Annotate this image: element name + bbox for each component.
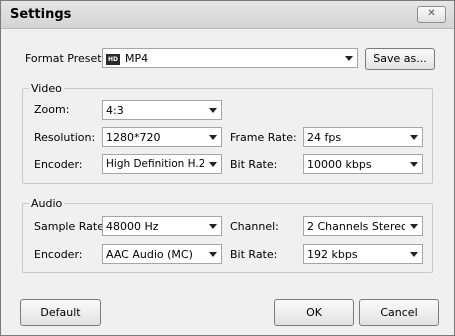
- chevron-down-icon[interactable]: [405, 245, 422, 263]
- video-encoder-select[interactable]: High Definition H.264: [102, 154, 222, 174]
- zoom-label: Zoom:: [34, 103, 70, 116]
- resolution-value: 1280*720: [106, 131, 161, 144]
- video-bit-rate-select[interactable]: 10000 kbps: [303, 154, 423, 174]
- cancel-button[interactable]: Cancel: [359, 299, 439, 326]
- format-preset-select[interactable]: HD MP4: [102, 48, 358, 68]
- hd-icon: HD: [106, 53, 120, 65]
- frame-rate-label: Frame Rate:: [230, 131, 297, 144]
- sample-rate-select[interactable]: 48000 Hz: [102, 216, 222, 236]
- zoom-select[interactable]: 4:3: [102, 100, 222, 120]
- frame-rate-value: 24 fps: [307, 131, 342, 144]
- sample-rate-label: Sample Rate:: [34, 220, 108, 233]
- chevron-down-icon[interactable]: [204, 128, 221, 146]
- settings-dialog: Settings ✕ Format Preset: HD MP4 Save as.…: [0, 0, 455, 336]
- default-button[interactable]: Default: [20, 299, 101, 326]
- title-bar: Settings ✕: [1, 1, 454, 29]
- zoom-value: 4:3: [106, 104, 124, 117]
- chevron-down-icon[interactable]: [204, 101, 221, 119]
- save-as-button[interactable]: Save as...: [365, 48, 435, 70]
- chevron-down-icon[interactable]: [405, 155, 422, 173]
- chevron-down-icon[interactable]: [204, 155, 221, 173]
- chevron-down-icon[interactable]: [405, 217, 422, 235]
- format-preset-label: Format Preset:: [25, 52, 106, 65]
- chevron-down-icon[interactable]: [340, 49, 357, 67]
- frame-rate-select[interactable]: 24 fps: [303, 127, 423, 147]
- audio-encoder-label: Encoder:: [34, 248, 83, 261]
- channel-select[interactable]: 2 Channels Stereo: [303, 216, 423, 236]
- close-icon[interactable]: ✕: [417, 6, 446, 23]
- channel-value: 2 Channels Stereo: [307, 220, 408, 233]
- channel-label: Channel:: [230, 220, 279, 233]
- audio-group-title: Audio: [29, 197, 65, 210]
- format-preset-value-wrap: HD MP4: [106, 52, 148, 65]
- audio-bit-rate-value: 192 kbps: [307, 248, 358, 261]
- video-group-title: Video: [29, 82, 64, 95]
- format-preset-value: MP4: [125, 52, 149, 65]
- sample-rate-value: 48000 Hz: [106, 220, 159, 233]
- audio-bit-rate-label: Bit Rate:: [230, 248, 278, 261]
- chevron-down-icon[interactable]: [405, 128, 422, 146]
- video-bit-rate-value: 10000 kbps: [307, 158, 372, 171]
- audio-bit-rate-select[interactable]: 192 kbps: [303, 244, 423, 264]
- resolution-label: Resolution:: [34, 131, 96, 144]
- chevron-down-icon[interactable]: [204, 217, 221, 235]
- video-bit-rate-label: Bit Rate:: [230, 158, 278, 171]
- ok-button[interactable]: OK: [274, 299, 354, 326]
- window-title: Settings: [10, 7, 72, 22]
- audio-encoder-value: AAC Audio (MC): [106, 248, 193, 261]
- chevron-down-icon[interactable]: [204, 245, 221, 263]
- video-encoder-label: Encoder:: [34, 158, 83, 171]
- audio-encoder-select[interactable]: AAC Audio (MC): [102, 244, 222, 264]
- resolution-select[interactable]: 1280*720: [102, 127, 222, 147]
